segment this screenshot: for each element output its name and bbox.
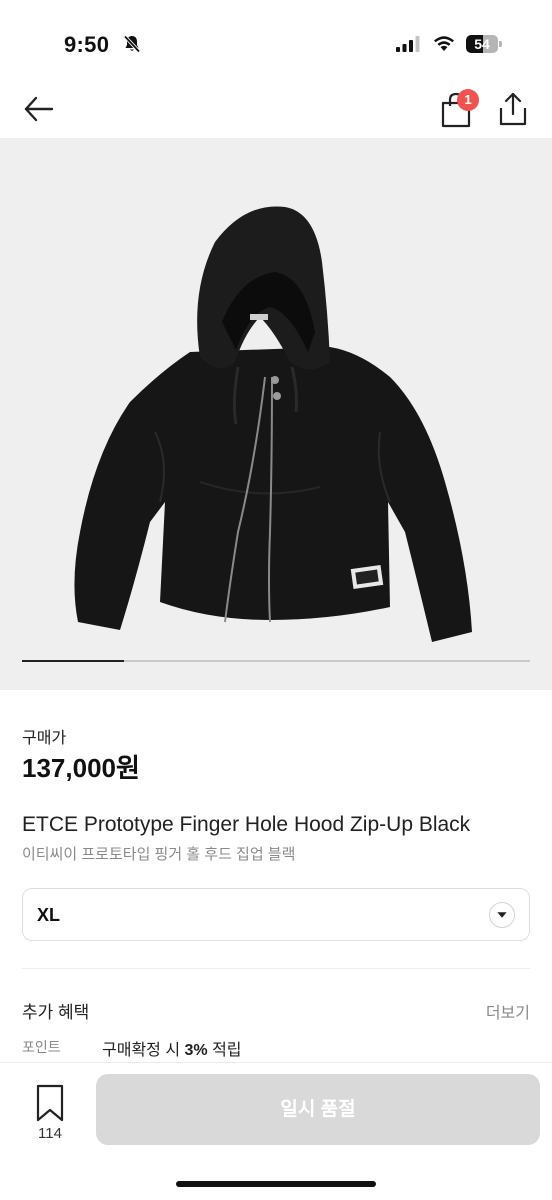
gallery-progress-track [22,660,530,662]
cart-count-badge: 1 [457,89,479,111]
bottom-action-bar: 114 일시 품절 [0,1062,552,1200]
home-indicator [176,1181,376,1187]
bell-slash-icon [123,35,141,53]
product-photo-hoodie [74,206,472,642]
share-icon[interactable] [496,90,530,128]
size-select[interactable]: XL [22,888,530,941]
status-bar: 9:50 54 [0,0,552,82]
status-time: 9:50 [64,32,110,57]
arrow-left-icon[interactable] [22,92,56,126]
see-more-link[interactable]: 더보기 [486,999,530,1023]
point-prefix: 구매확정 시 [102,1042,185,1059]
point-rate: 3% [184,1042,208,1059]
price-label: 구매가 [22,730,67,747]
point-suffix: 적립 [207,1042,242,1059]
gallery-progress-indicator [22,660,124,662]
product-title-english: ETCE Prototype Finger Hole Hood Zip-Up B… [22,813,471,836]
section-divider [22,968,530,969]
product-image-gallery[interactable] [0,138,552,690]
bookmark-count: 114 [38,1125,62,1142]
product-title-korean: 이티씨이 프로토타입 핑거 홀 후드 집업 블랙 [22,846,296,863]
extra-benefits-title: 추가 혜택 [22,1003,90,1022]
point-description: 구매확정 시 3% 적립 [102,1036,242,1060]
product-price: 137,000원 [22,753,140,783]
selected-size: XL [37,905,61,925]
battery-percentage: 54 [474,36,490,52]
chevron-down-icon [489,902,515,928]
point-label: 포인트 [22,1039,61,1055]
battery-icon: 54 [466,35,502,53]
bookmark-button[interactable]: 114 [26,1083,74,1145]
signal-icon [396,36,420,52]
sold-out-button[interactable]: 일시 품절 [96,1074,540,1145]
wifi-icon [434,36,454,51]
bookmark-icon [36,1084,64,1122]
